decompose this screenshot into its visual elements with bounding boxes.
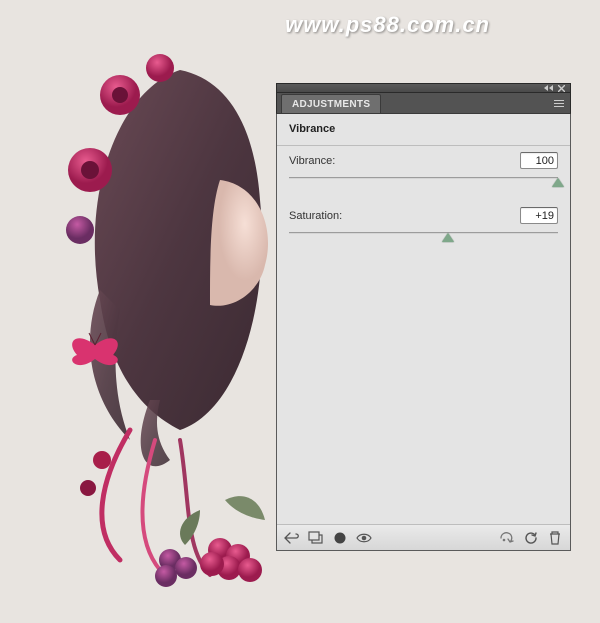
trash-icon[interactable] bbox=[546, 530, 564, 546]
saturation-input[interactable] bbox=[520, 207, 558, 224]
vibrance-label: Vibrance: bbox=[289, 155, 335, 167]
sliders-area: Vibrance: Saturation: bbox=[277, 146, 570, 262]
watermark-text: www.ps88.com.cn bbox=[285, 12, 490, 38]
panel-spacer bbox=[277, 262, 570, 524]
panel-tabs-bar: ADJUSTMENTS bbox=[276, 92, 571, 114]
clip-to-layer-icon[interactable] bbox=[307, 530, 325, 546]
back-arrow-icon[interactable] bbox=[283, 530, 301, 546]
panel-footer bbox=[277, 524, 570, 550]
vibrance-input[interactable] bbox=[520, 152, 558, 169]
tab-adjustments[interactable]: ADJUSTMENTS bbox=[281, 94, 381, 113]
vibrance-slider-thumb[interactable] bbox=[552, 178, 564, 187]
eye-icon[interactable] bbox=[355, 530, 373, 546]
saturation-row: Saturation: bbox=[289, 207, 558, 244]
saturation-label: Saturation: bbox=[289, 210, 342, 222]
panel-menu-icon[interactable] bbox=[551, 96, 567, 110]
adjustments-panel: ADJUSTMENTS Vibrance Vibrance: Saturatio… bbox=[276, 83, 571, 551]
vibrance-slider[interactable] bbox=[289, 175, 558, 189]
panel-body: Vibrance Vibrance: Saturation: bbox=[276, 114, 571, 551]
previous-state-icon[interactable] bbox=[498, 530, 516, 546]
saturation-slider[interactable] bbox=[289, 230, 558, 244]
saturation-slider-thumb[interactable] bbox=[442, 233, 454, 242]
view-previous-icon[interactable] bbox=[331, 530, 349, 546]
panel-topbar bbox=[276, 83, 571, 92]
vibrance-row: Vibrance: bbox=[289, 152, 558, 189]
reset-icon[interactable] bbox=[522, 530, 540, 546]
adjustment-title: Vibrance bbox=[277, 114, 570, 146]
collapse-icon[interactable] bbox=[544, 85, 553, 92]
close-icon[interactable] bbox=[557, 85, 566, 92]
